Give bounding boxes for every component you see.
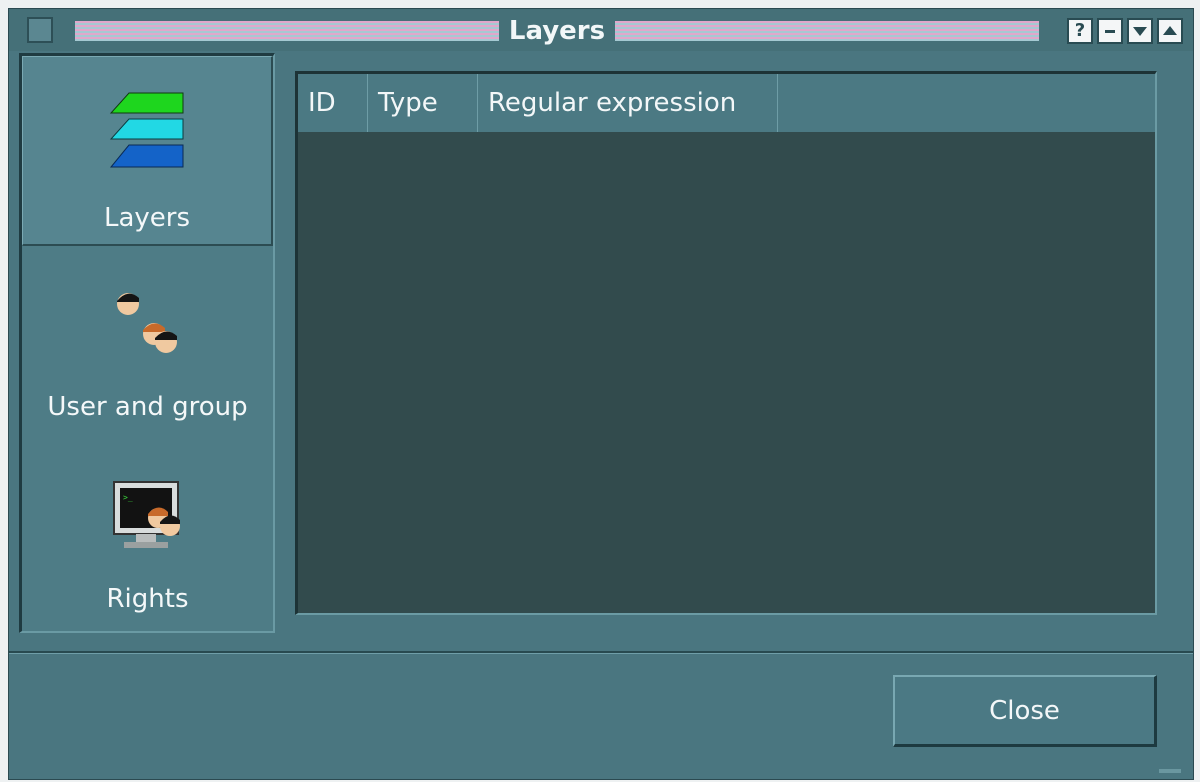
sidebar-item-rights[interactable]: >_ Rights <box>22 440 273 630</box>
category-sidebar: Layers User and group >_ Rights <box>19 53 275 633</box>
title-stripes-left <box>75 21 499 41</box>
title-bar[interactable]: Layers ? <box>9 9 1193 51</box>
triangle-up-icon <box>1163 26 1177 35</box>
svg-text:>_: >_ <box>123 493 133 502</box>
column-header-id[interactable]: ID <box>298 74 368 132</box>
close-button[interactable]: Close <box>893 675 1157 747</box>
sidebar-item-layers[interactable]: Layers <box>22 56 273 246</box>
resize-grip[interactable] <box>1159 769 1181 773</box>
column-header-type[interactable]: Type <box>368 74 478 132</box>
help-button[interactable]: ? <box>1067 18 1093 44</box>
sidebar-item-label: Rights <box>106 584 189 614</box>
maximize-button[interactable] <box>1157 18 1183 44</box>
layers-table[interactable]: ID Type Regular expression <box>295 71 1157 615</box>
shade-down-button[interactable] <box>1127 18 1153 44</box>
minimize-button[interactable] <box>1097 18 1123 44</box>
sidebar-item-label: User and group <box>47 392 248 422</box>
layers-dialog: Layers ? Layers User and group >_ Rights… <box>8 8 1194 780</box>
sidebar-item-user-and-group[interactable]: User and group <box>22 248 273 438</box>
rights-icon: >_ <box>112 481 180 548</box>
window-menu-button[interactable] <box>27 17 53 43</box>
column-header-regular-expression[interactable]: Regular expression <box>478 74 778 132</box>
table-header: ID Type Regular expression <box>298 74 1155 132</box>
footer-separator <box>9 651 1193 654</box>
users-icon <box>116 293 177 353</box>
column-header-filler <box>778 74 1155 132</box>
layers-icon <box>109 92 184 168</box>
sidebar-item-label: Layers <box>103 203 191 233</box>
minimize-icon <box>1105 30 1115 33</box>
triangle-down-icon <box>1133 27 1147 36</box>
title-bar-buttons: ? <box>1067 18 1183 44</box>
title-stripes-right <box>615 21 1039 41</box>
window-title: Layers <box>508 16 606 46</box>
